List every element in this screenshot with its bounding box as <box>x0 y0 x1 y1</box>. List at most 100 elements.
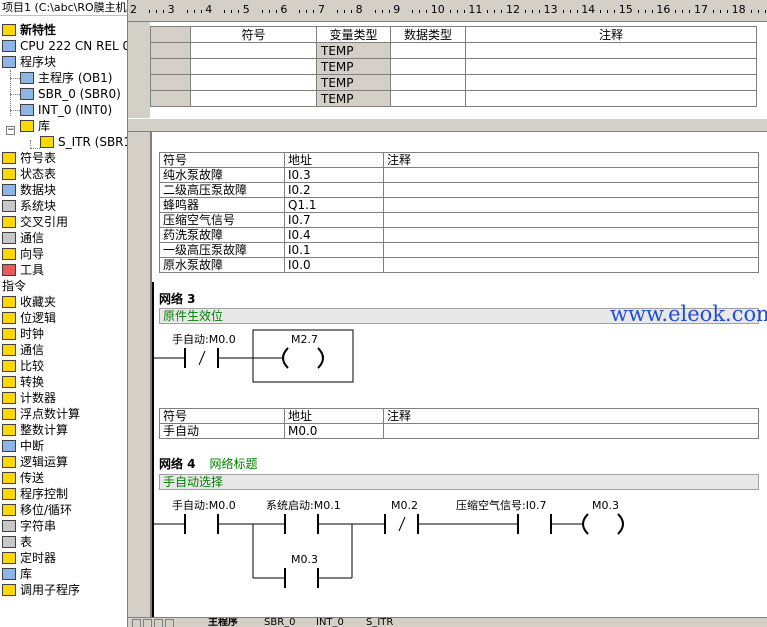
tree-item[interactable]: 库 <box>2 566 32 582</box>
tab-prev-button[interactable] <box>143 619 152 627</box>
communication-icon <box>2 344 16 356</box>
tree-item[interactable]: 逻辑运算 <box>2 454 68 470</box>
tree-item[interactable]: SBR_0 (SBR0) <box>20 86 121 102</box>
symbol-cell[interactable] <box>190 90 317 107</box>
coil-left-arc <box>582 513 589 535</box>
pane-splitter[interactable] <box>128 118 767 132</box>
tree-item-label: 库 <box>20 567 33 581</box>
tree-item-label: 新特性 <box>20 23 57 37</box>
ruler-tick <box>764 10 766 13</box>
tree-item[interactable]: 定时器 <box>2 550 56 566</box>
tab-last-button[interactable] <box>165 619 174 627</box>
cpu-icon <box>2 40 16 52</box>
cross-reference-icon <box>2 216 16 228</box>
data-type-cell[interactable] <box>390 58 466 75</box>
ruler-label: 18 <box>731 3 746 16</box>
collapse-toggle[interactable]: − <box>6 126 15 135</box>
comment-cell[interactable] <box>465 90 757 107</box>
tree-item[interactable]: 通信 <box>2 230 44 246</box>
row-head[interactable] <box>150 74 191 91</box>
symbol-cell[interactable] <box>190 74 317 91</box>
ruler-tick <box>569 10 571 13</box>
tree-item-label: 收藏夹 <box>20 295 57 309</box>
tree-item[interactable]: 调用子程序 <box>2 582 80 598</box>
tree-item[interactable]: 比较 <box>2 358 44 374</box>
ruler-tick <box>576 10 578 13</box>
tree-item[interactable]: 字符串 <box>2 518 56 534</box>
tab-int0[interactable]: INT_0 <box>316 618 344 627</box>
table-row[interactable]: TEMP <box>150 58 757 75</box>
tree-item[interactable]: 移位/循环 <box>2 502 72 518</box>
tree-item[interactable]: 程序控制 <box>2 486 68 502</box>
tree-item[interactable]: 整数计算 <box>2 422 68 438</box>
system-block-icon <box>2 200 16 212</box>
ruler-tick <box>426 10 428 13</box>
tab-next-button[interactable] <box>154 619 163 627</box>
comment-cell[interactable] <box>465 42 757 59</box>
tree-item[interactable]: CPU 222 CN REL 02 <box>2 38 128 54</box>
tree-item[interactable]: 位逻辑 <box>2 310 56 326</box>
tree-item[interactable]: 转换 <box>2 374 44 390</box>
tree-item[interactable]: 系统块 <box>2 198 56 214</box>
tree-item[interactable]: 库 <box>20 118 50 134</box>
tree-item[interactable]: 浮点数计算 <box>2 406 80 422</box>
data-type-cell[interactable] <box>390 42 466 59</box>
tree-item[interactable]: 工具 <box>2 262 44 278</box>
tree-item[interactable]: 指令 <box>2 278 26 294</box>
splitter-bar[interactable] <box>128 0 150 627</box>
tree-item[interactable]: 通信 <box>2 342 44 358</box>
tab-main[interactable]: 主程序 <box>208 618 238 627</box>
data-type-cell[interactable] <box>390 90 466 107</box>
data-type-cell[interactable] <box>390 74 466 91</box>
comment-cell[interactable] <box>465 74 757 91</box>
tree-item[interactable]: 中断 <box>2 438 44 454</box>
tree-item[interactable]: 程序块 <box>2 54 56 70</box>
tree-item[interactable]: 计数器 <box>2 390 56 406</box>
tab-s-itr[interactable]: S_ITR <box>366 618 393 627</box>
ruler-tick <box>351 10 352 13</box>
ladder-editor[interactable]: 符号 地址 注释 纯水泵故障 I0.3 二级高压泵故障 I0.2 蜂鸣器 Q1.1 压缩空… <box>150 132 767 617</box>
ruler-label: 2 <box>130 3 137 16</box>
tree-item[interactable]: 符号表 <box>2 150 56 166</box>
tree-item[interactable]: 交叉引用 <box>2 214 68 230</box>
tree-item-label: 工具 <box>20 263 45 277</box>
tree-item-label: 主程序 (OB1) <box>38 71 113 85</box>
ruler-tick <box>607 10 609 13</box>
ruler-label: 10 <box>430 3 445 16</box>
ruler-tick <box>186 10 188 13</box>
tree-item[interactable]: 向导 <box>2 246 44 262</box>
tree-item-label: 移位/循环 <box>20 503 73 517</box>
clock-icon <box>2 328 16 340</box>
tree-item-label: INT_0 (INT0) <box>38 103 113 117</box>
row-head[interactable] <box>150 42 191 59</box>
tree-item[interactable]: 新特性 <box>2 22 56 38</box>
table-row[interactable]: TEMP <box>150 74 757 91</box>
row-head[interactable] <box>150 58 191 75</box>
tree-item-label: CPU 222 CN REL 02 <box>20 39 128 53</box>
tree-item[interactable]: 表 <box>2 534 32 550</box>
symbol-cell[interactable] <box>190 58 317 75</box>
table-row[interactable]: TEMP <box>150 42 757 59</box>
ruler-tick <box>163 10 164 13</box>
tab-sbr0[interactable]: SBR_0 <box>264 618 296 627</box>
tree-item[interactable]: 主程序 (OB1) <box>20 70 113 86</box>
tree-item[interactable]: S_ITR (SBR1 <box>40 134 127 150</box>
tree-line <box>10 94 20 95</box>
symbol-cell[interactable] <box>190 42 317 59</box>
tree-item[interactable]: 状态表 <box>2 166 56 182</box>
contact-label: 压缩空气信号:I0.7 <box>456 498 546 512</box>
tools-icon <box>2 264 16 276</box>
pou-icon <box>20 88 34 100</box>
tree-item[interactable]: INT_0 (INT0) <box>20 102 112 118</box>
tree-item[interactable]: 数据块 <box>2 182 56 198</box>
tab-first-button[interactable] <box>132 619 141 627</box>
ruler-tick <box>344 10 345 13</box>
ruler-tick <box>381 10 383 13</box>
table-row[interactable]: TEMP <box>150 90 757 107</box>
tree-item[interactable]: 时钟 <box>2 326 44 342</box>
ruler-label: 13 <box>543 3 558 16</box>
tree-item[interactable]: 收藏夹 <box>2 294 56 310</box>
row-head[interactable] <box>150 90 191 107</box>
tree-item[interactable]: 传送 <box>2 470 44 486</box>
comment-cell[interactable] <box>465 58 757 75</box>
